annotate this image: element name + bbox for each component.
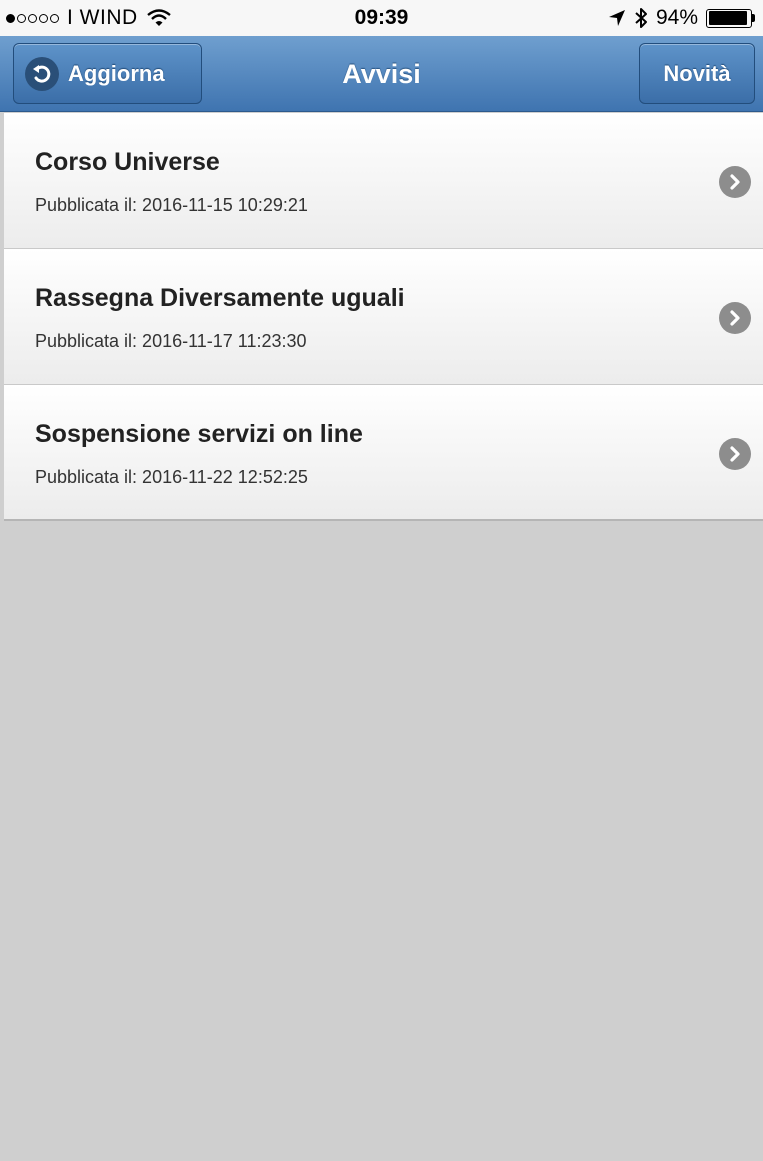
refresh-button[interactable]: Aggiorna (13, 43, 202, 104)
app-header: Avvisi Aggiorna Novità (0, 36, 763, 112)
refresh-icon (25, 56, 59, 91)
app-screen: I WIND 09:39 94% Avvisi Aggiorna Novità … (0, 0, 763, 1161)
notice-title: Corso Universe (35, 148, 220, 176)
notice-date: Pubblicata il: 2016-11-22 12:52:25 (35, 467, 308, 487)
chevron-right-icon (719, 166, 751, 198)
list-item[interactable]: Rassegna Diversamente uguali Pubblicata … (4, 249, 763, 385)
news-button[interactable]: Novità (639, 43, 755, 104)
chevron-right-icon (719, 302, 751, 334)
status-right: 94% (608, 6, 755, 30)
notice-title: Rassegna Diversamente uguali (35, 284, 405, 312)
news-button-label: Novità (663, 60, 731, 86)
bluetooth-icon (635, 8, 647, 28)
notice-date: Pubblicata il: 2016-11-17 11:23:30 (35, 331, 307, 351)
status-bar: I WIND 09:39 94% (0, 0, 763, 36)
notice-title: Sospensione servizi on line (35, 420, 363, 448)
list-item[interactable]: Sospensione servizi on line Pubblicata i… (4, 385, 763, 521)
battery-percent: 94% (655, 6, 698, 29)
location-arrow-icon (608, 10, 625, 26)
battery-icon (706, 8, 755, 28)
refresh-button-label: Aggiorna (68, 60, 165, 86)
battery-fill (708, 11, 748, 25)
battery-body (706, 8, 752, 28)
battery-tip (752, 14, 755, 22)
notice-date: Pubblicata il: 2016-11-15 10:29:21 (35, 195, 308, 215)
list-item[interactable]: Corso Universe Pubblicata il: 2016-11-15… (4, 113, 763, 249)
chevron-right-icon (719, 438, 751, 470)
notices-list: Corso Universe Pubblicata il: 2016-11-15… (4, 113, 763, 521)
